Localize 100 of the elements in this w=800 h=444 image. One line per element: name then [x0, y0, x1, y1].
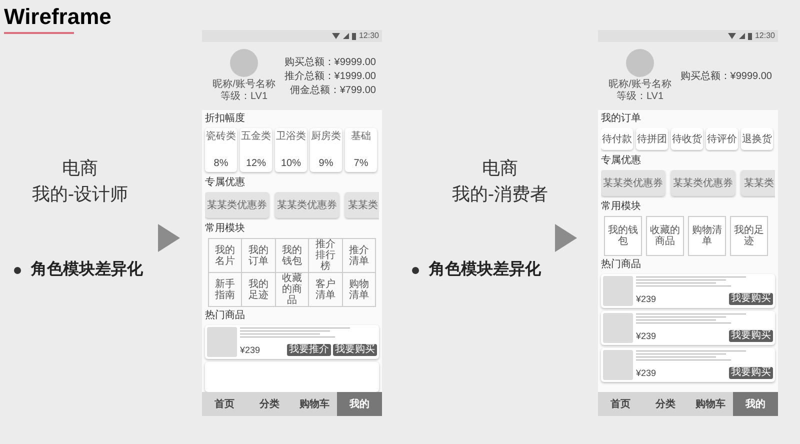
- module-cell[interactable]: 客户清单: [309, 273, 343, 307]
- section-title: 折扣幅度: [205, 113, 246, 125]
- wifi-icon: [332, 33, 340, 39]
- section-title: 热门商品: [205, 310, 246, 322]
- discount-card[interactable]: 卫浴类 10%: [275, 128, 307, 172]
- product-action-button[interactable]: 我要购买: [729, 293, 773, 306]
- product-card[interactable]: ¥239 我要购买: [601, 311, 775, 345]
- product-card[interactable]: ¥239 我要推介 我要购买: [205, 325, 379, 359]
- discount-label: 基础: [351, 131, 371, 142]
- discount-value: 12%: [246, 158, 266, 169]
- tab-button[interactable]: 我的: [337, 392, 382, 416]
- module-cell[interactable]: 购物清单: [342, 273, 376, 307]
- battery-icon: [352, 32, 356, 40]
- module-cell[interactable]: 我的名片: [209, 239, 242, 273]
- module-cell[interactable]: 推介排行榜: [309, 239, 343, 273]
- order-button[interactable]: 待拼团: [636, 128, 668, 150]
- section-title: 热门商品: [601, 259, 642, 271]
- product-action-button[interactable]: 我要购买: [333, 344, 377, 356]
- wifi-icon: [728, 33, 736, 39]
- price-text: ¥239: [240, 344, 260, 356]
- module-tile[interactable]: 我的钱包: [604, 216, 642, 256]
- discount-card[interactable]: 五金类 12%: [240, 128, 272, 172]
- coupon-button[interactable]: 某某类优惠券: [601, 170, 665, 196]
- caption-text: 电商: [482, 157, 518, 180]
- discount-card[interactable]: 瓷砖类 8%: [205, 128, 237, 172]
- section-title: 专属优惠: [601, 155, 642, 167]
- bullet-text: 角色模块差异化: [429, 260, 541, 280]
- tab-button[interactable]: 我的: [733, 392, 778, 416]
- module-tile[interactable]: 收藏的商品: [646, 216, 684, 256]
- nickname-text: 昵称/账号名称: [212, 79, 276, 91]
- module-cell[interactable]: 我的钱包: [276, 239, 310, 273]
- module-tile[interactable]: 购物清单: [688, 216, 726, 256]
- product-image-placeholder: [603, 276, 633, 306]
- discount-label: 厨房类: [311, 131, 341, 142]
- coupon-button[interactable]: 某某类优惠券: [205, 192, 269, 218]
- price-text: ¥239: [636, 366, 656, 380]
- discount-value: 9%: [318, 158, 334, 169]
- tab-button[interactable]: 分类: [643, 392, 688, 416]
- section-title: 我的订单: [601, 113, 642, 125]
- title-underline: [4, 32, 74, 34]
- product-action-button[interactable]: 我要购买: [729, 367, 773, 380]
- avatar-icon: [626, 49, 654, 77]
- discount-label: 瓷砖类: [206, 131, 236, 142]
- caption-text: 电商: [62, 157, 98, 180]
- bullet-text: 角色模块差异化: [31, 260, 143, 280]
- section-title: 专属优惠: [205, 177, 246, 189]
- caption-text: 我的-消费者: [452, 183, 548, 206]
- section-title: 常用模块: [601, 201, 642, 213]
- discount-label: 五金类: [241, 131, 271, 142]
- module-cell[interactable]: 新手指南: [209, 273, 242, 307]
- module-cell[interactable]: 我的订单: [242, 239, 276, 273]
- section-title: 常用模块: [205, 223, 246, 235]
- discount-value: 7%: [354, 158, 368, 169]
- tab-button[interactable]: 分类: [247, 392, 292, 416]
- triangle-arrow-icon: [158, 224, 180, 252]
- module-cell[interactable]: 推介清单: [342, 239, 376, 273]
- product-card[interactable]: ¥239 我要购买: [601, 348, 775, 382]
- avatar-icon: [230, 49, 258, 77]
- status-time: 12:30: [754, 30, 775, 42]
- tab-button[interactable]: 首页: [202, 392, 247, 416]
- discount-value: 10%: [280, 158, 301, 169]
- stat-text: 佣金总额：¥799.00: [290, 84, 376, 96]
- nickname-text: 昵称/账号名称: [608, 79, 672, 91]
- level-text: 等级：LV1: [220, 91, 268, 103]
- product-image-placeholder: [207, 327, 237, 357]
- product-action-button[interactable]: 我要推介: [287, 344, 331, 356]
- tab-button[interactable]: 购物车: [292, 392, 337, 416]
- price-text: ¥239: [636, 330, 656, 342]
- signal-icon: [342, 33, 349, 39]
- caption-text: 我的-设计师: [32, 183, 128, 206]
- stat-text: 购买总额：¥9999.00: [680, 70, 772, 82]
- product-image-placeholder: [603, 350, 633, 380]
- discount-card[interactable]: 厨房类 9%: [310, 128, 342, 172]
- order-button[interactable]: 退换货: [741, 128, 773, 150]
- coupon-button[interactable]: 某某类优惠券: [671, 170, 735, 196]
- discount-label: 卫浴类: [276, 131, 306, 142]
- price-text: ¥239: [636, 292, 656, 306]
- status-time: 12:30: [358, 30, 379, 42]
- order-button[interactable]: 待评价: [706, 128, 738, 150]
- module-cell[interactable]: 我的足迹: [242, 273, 276, 307]
- discount-value: 8%: [214, 158, 228, 169]
- order-button[interactable]: 待付款: [601, 128, 633, 150]
- page-title: Wireframe: [4, 3, 112, 31]
- product-card[interactable]: [205, 362, 379, 392]
- battery-icon: [748, 32, 752, 40]
- stat-text: 推介总额：¥1999.00: [284, 70, 376, 82]
- discount-card[interactable]: 基础 7%: [345, 128, 377, 172]
- order-button[interactable]: 待收货: [671, 128, 703, 150]
- module-tile[interactable]: 我的足迹: [730, 216, 768, 256]
- product-action-button[interactable]: 我要购买: [729, 330, 773, 342]
- stat-text: 购买总额：¥9999.00: [284, 56, 376, 68]
- coupon-button[interactable]: 某某类优惠券: [275, 192, 339, 218]
- tab-button[interactable]: 购物车: [688, 392, 733, 416]
- signal-icon: [738, 33, 745, 39]
- product-card[interactable]: ¥239 我要购买: [601, 274, 775, 308]
- coupon-button[interactable]: 某某类: [345, 192, 379, 218]
- level-text: 等级：LV1: [616, 91, 664, 103]
- tab-button[interactable]: 首页: [598, 392, 643, 416]
- coupon-button[interactable]: 某某类: [741, 170, 775, 196]
- module-cell[interactable]: 收藏的商品: [276, 273, 310, 307]
